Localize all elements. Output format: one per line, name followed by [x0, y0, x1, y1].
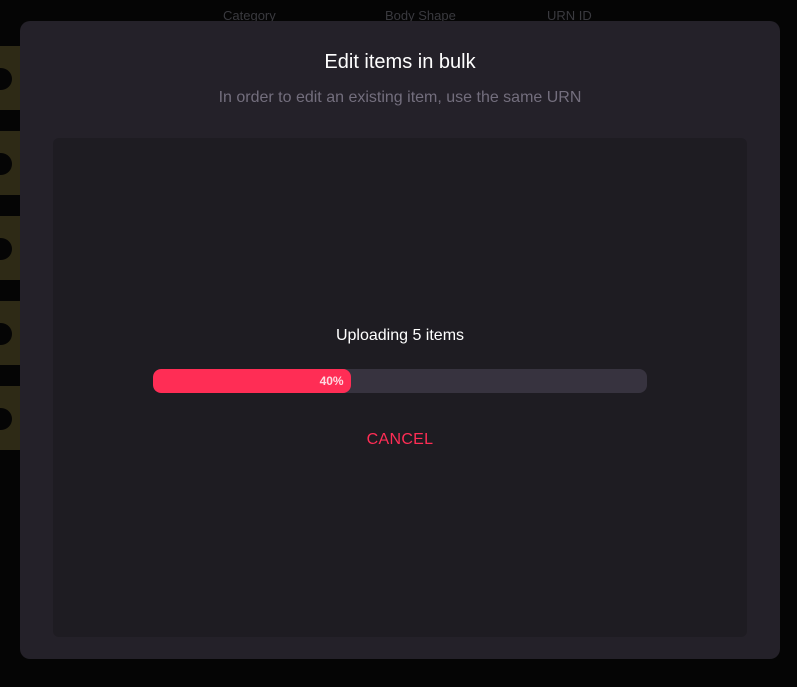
cancel-button[interactable]: CANCEL [350, 426, 450, 452]
item-thumbnail [0, 131, 22, 195]
app-stage: Category Body Shape URN ID Edit items in… [0, 0, 797, 687]
upload-progress-fill: 40% [153, 369, 351, 393]
item-thumbnail [0, 216, 22, 280]
modal-title: Edit items in bulk [324, 51, 476, 73]
modal-subtitle: In order to edit an existing item, use t… [218, 89, 582, 106]
bulk-edit-modal: Edit items in bulk In order to edit an e… [20, 21, 780, 659]
upload-panel: Uploading 5 items 40% CANCEL [53, 138, 747, 637]
item-thumbnail [0, 386, 22, 450]
item-thumbnail [0, 301, 22, 365]
upload-progress-percent: 40% [319, 374, 344, 388]
upload-progress-bar: 40% [153, 369, 647, 393]
upload-status-label: Uploading 5 items [335, 327, 465, 344]
item-thumbnail [0, 46, 22, 110]
